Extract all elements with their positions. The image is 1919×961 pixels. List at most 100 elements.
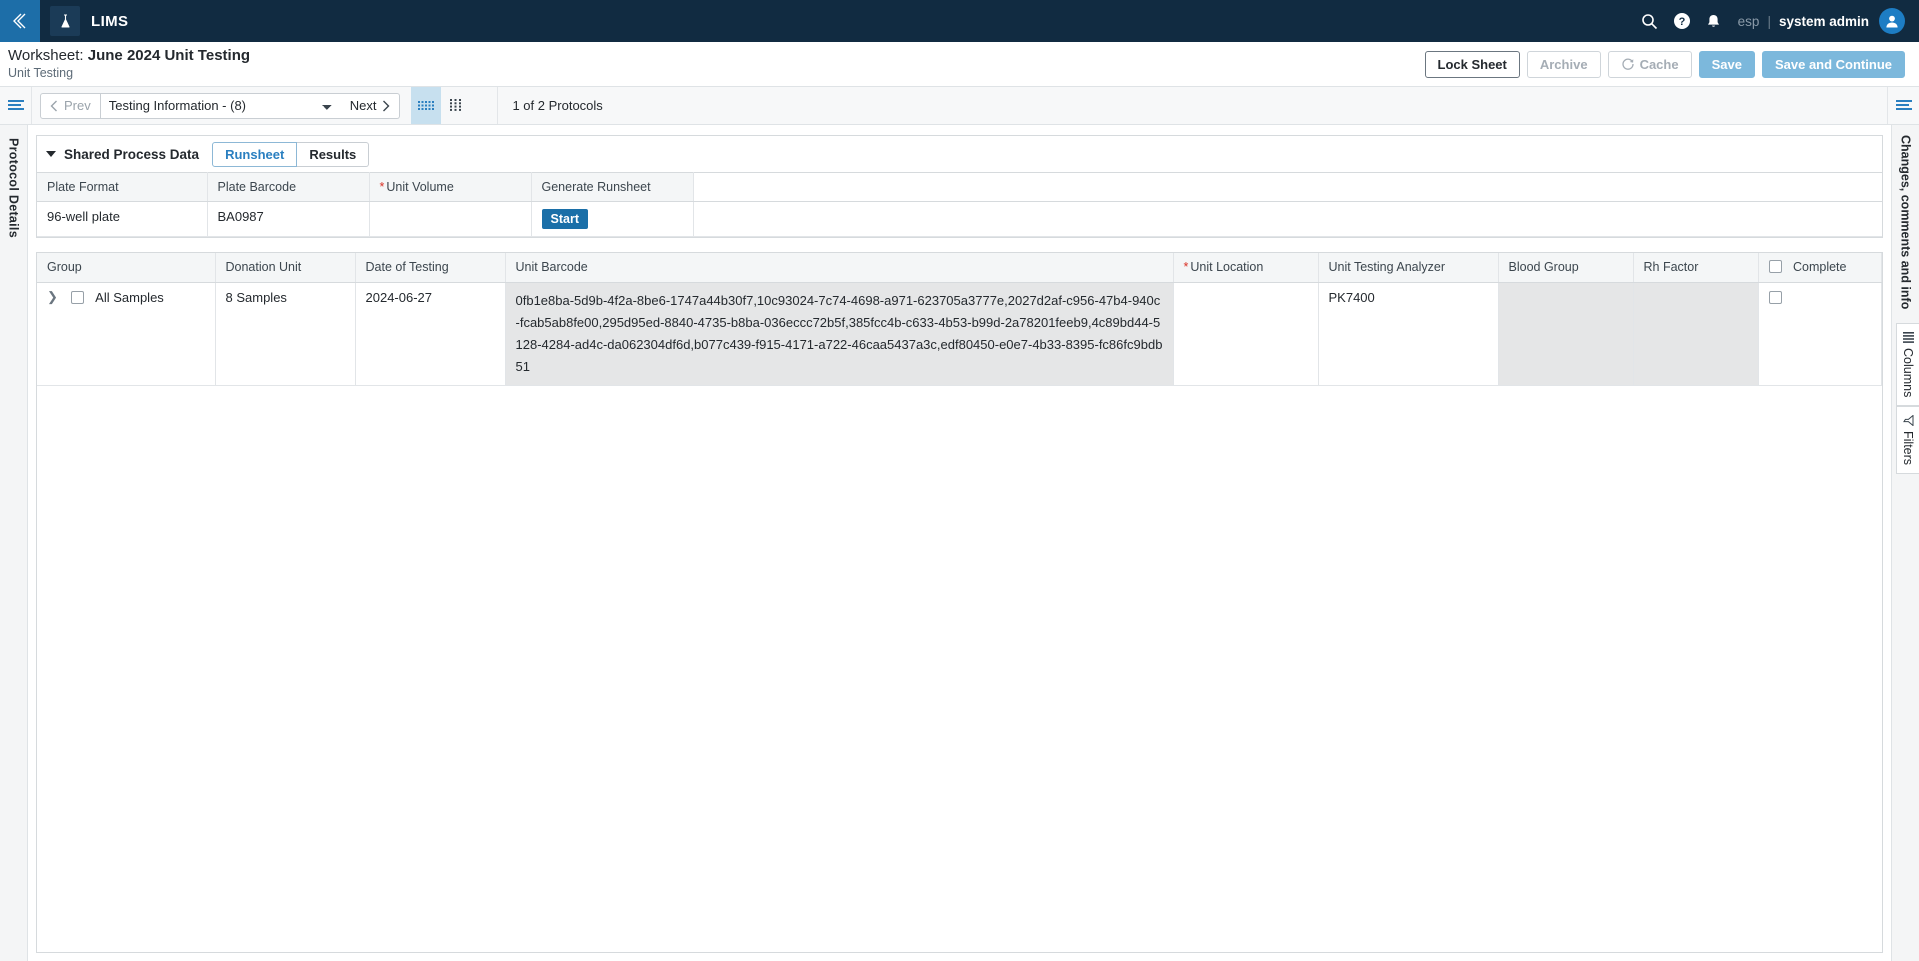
left-panel-toggle-button[interactable] [0,87,32,124]
samples-grid-header-row: Group Donation Unit Date of Testing Unit… [37,253,1882,283]
cell-rh-factor [1633,282,1759,386]
sidebar-collapse-button[interactable] [0,0,40,42]
filters-panel-button[interactable]: Filters [1896,406,1919,475]
cell-complete [1758,282,1882,386]
right-panel-toggle-button[interactable] [1887,87,1919,124]
worksheet-body: Shared Process Data Runsheet Results Pla… [28,125,1891,961]
refresh-icon [1621,57,1635,71]
top-navigation-bar: LIMS ? esp | system admin [0,0,1919,42]
shared-process-data-tabs: Runsheet Results [212,141,370,167]
cell-filler [693,201,1882,237]
right-rail-inner: Changes, comments and info Columns Filte… [1892,135,1919,961]
row-select-checkbox[interactable] [70,290,84,304]
protocol-navigation-group: Prev Testing Information - (8) Next [40,92,401,119]
caret-down-icon[interactable] [46,151,56,157]
next-protocol-button[interactable]: Next [340,92,401,119]
view-toggle-grid[interactable] [411,87,442,124]
top-bar-right-group: ? esp | system admin [1634,0,1905,42]
dense-grid-icon [417,101,434,110]
column-header-unit-testing-analyzer[interactable]: Unit Testing Analyzer [1318,253,1499,283]
dot-grid-icon [450,99,462,111]
chevron-right-icon[interactable]: ❯ [47,289,58,305]
samples-grid-table: Group Donation Unit Date of Testing Unit… [37,253,1882,386]
filters-panel-label: Filters [1901,431,1915,466]
list-menu-icon [1895,99,1912,110]
column-header-plate-format[interactable]: Plate Format [37,172,208,202]
cell-date-of-testing[interactable]: 2024-06-27 [355,282,506,386]
column-header-donation-unit[interactable]: Donation Unit [215,253,356,283]
lock-sheet-button[interactable]: Lock Sheet [1424,50,1520,78]
column-header-unit-volume[interactable]: * Unit Volume [369,172,532,202]
protocol-select[interactable]: Testing Information - (8) [100,92,341,119]
cell-blood-group [1498,282,1634,386]
cache-button-label: Cache [1639,56,1679,72]
protocol-details-rail: Protocol Details [0,125,28,961]
prev-protocol-label: Prev [64,98,91,113]
start-button[interactable]: Start [541,209,588,229]
archive-button[interactable]: Archive [1526,50,1601,78]
cell-group: ❯ All Samples [37,282,216,386]
bell-icon[interactable] [1698,0,1730,42]
avatar[interactable] [1879,8,1905,34]
column-header-rh-factor[interactable]: Rh Factor [1633,253,1759,283]
column-header-blood-group[interactable]: Blood Group [1498,253,1634,283]
user-menu[interactable]: system admin [1779,14,1869,29]
protocol-details-label[interactable]: Protocol Details [7,138,21,238]
column-header-unit-location[interactable]: * Unit Location [1173,253,1319,283]
shared-process-data-panel: Shared Process Data Runsheet Results Pla… [36,135,1883,238]
grid-empty-space [37,385,1882,952]
row-complete-checkbox[interactable] [1768,290,1782,304]
column-header-plate-barcode[interactable]: Plate Barcode [207,172,370,202]
required-marker: * [379,180,385,194]
column-header-complete-label: Complete [1792,260,1847,275]
worksheet-action-buttons: Lock Sheet Archive Cache Save Save and C… [1424,50,1905,78]
shared-process-data-table: Plate Format Plate Barcode * Unit Volume … [37,172,1882,237]
cell-unit-barcode: 0fb1e8ba-5d9b-4f2a-8be6-1747a44b30f7,10c… [505,282,1174,386]
chevron-left-icon [50,100,57,111]
flask-icon [50,6,80,36]
cache-button[interactable]: Cache [1607,50,1692,78]
search-icon[interactable] [1634,0,1666,42]
column-header-complete[interactable]: Complete [1758,253,1882,283]
brand-title: LIMS [91,12,129,30]
column-header-date-of-testing[interactable]: Date of Testing [355,253,506,283]
column-header-unit-barcode[interactable]: Unit Barcode [505,253,1174,283]
columns-panel-button[interactable]: Columns [1896,323,1919,407]
cell-unit-volume[interactable] [369,201,532,237]
language-selector[interactable]: esp [1738,14,1760,29]
cell-unit-location[interactable] [1173,282,1319,386]
next-protocol-label: Next [349,98,377,113]
brand[interactable]: LIMS [50,0,128,42]
svg-text:?: ? [1678,16,1685,28]
main-content-area: Protocol Details Shared Process Data Run… [0,125,1919,961]
required-marker: * [1183,260,1189,275]
tab-results[interactable]: Results [297,141,370,167]
cell-plate-format[interactable]: 96-well plate [37,201,208,237]
column-header-generate-runsheet[interactable]: Generate Runsheet [531,172,694,202]
cell-plate-barcode[interactable]: BA0987 [207,201,370,237]
worksheet-subtitle: Unit Testing [8,66,74,80]
column-header-group[interactable]: Group [37,253,216,283]
cell-donation-unit[interactable]: 8 Samples [215,282,356,386]
protocol-toolbar: Prev Testing Information - (8) Next 1 of… [0,87,1919,125]
separator: | [1767,13,1771,29]
columns-icon [1902,332,1914,343]
changes-comments-info-label[interactable]: Changes, comments and info [1899,135,1913,309]
page-title: Worksheet: June 2024 Unit Testing Unit T… [3,47,250,81]
prev-protocol-button[interactable]: Prev [40,92,101,119]
select-all-complete-checkbox[interactable] [1768,260,1782,274]
shared-process-data-header: Shared Process Data Runsheet Results [37,136,1882,172]
protocol-count-label: 1 of 2 Protocols [497,87,603,124]
view-mode-toggles [411,87,471,124]
view-toggle-list[interactable] [441,87,471,124]
cell-unit-testing-analyzer[interactable]: PK7400 [1318,282,1499,386]
save-button[interactable]: Save [1698,50,1755,78]
shared-process-data-title: Shared Process Data [64,146,200,162]
table-row: ❯ All Samples 8 Samples 2024-06-27 0fb1e… [37,282,1882,386]
columns-panel-label: Columns [1901,348,1915,398]
save-and-continue-button[interactable]: Save and Continue [1761,50,1905,78]
chevron-double-left-icon [13,13,26,29]
help-circle-icon[interactable]: ? [1666,0,1698,42]
samples-grid-panel: Group Donation Unit Date of Testing Unit… [36,252,1883,953]
tab-runsheet[interactable]: Runsheet [212,141,298,167]
